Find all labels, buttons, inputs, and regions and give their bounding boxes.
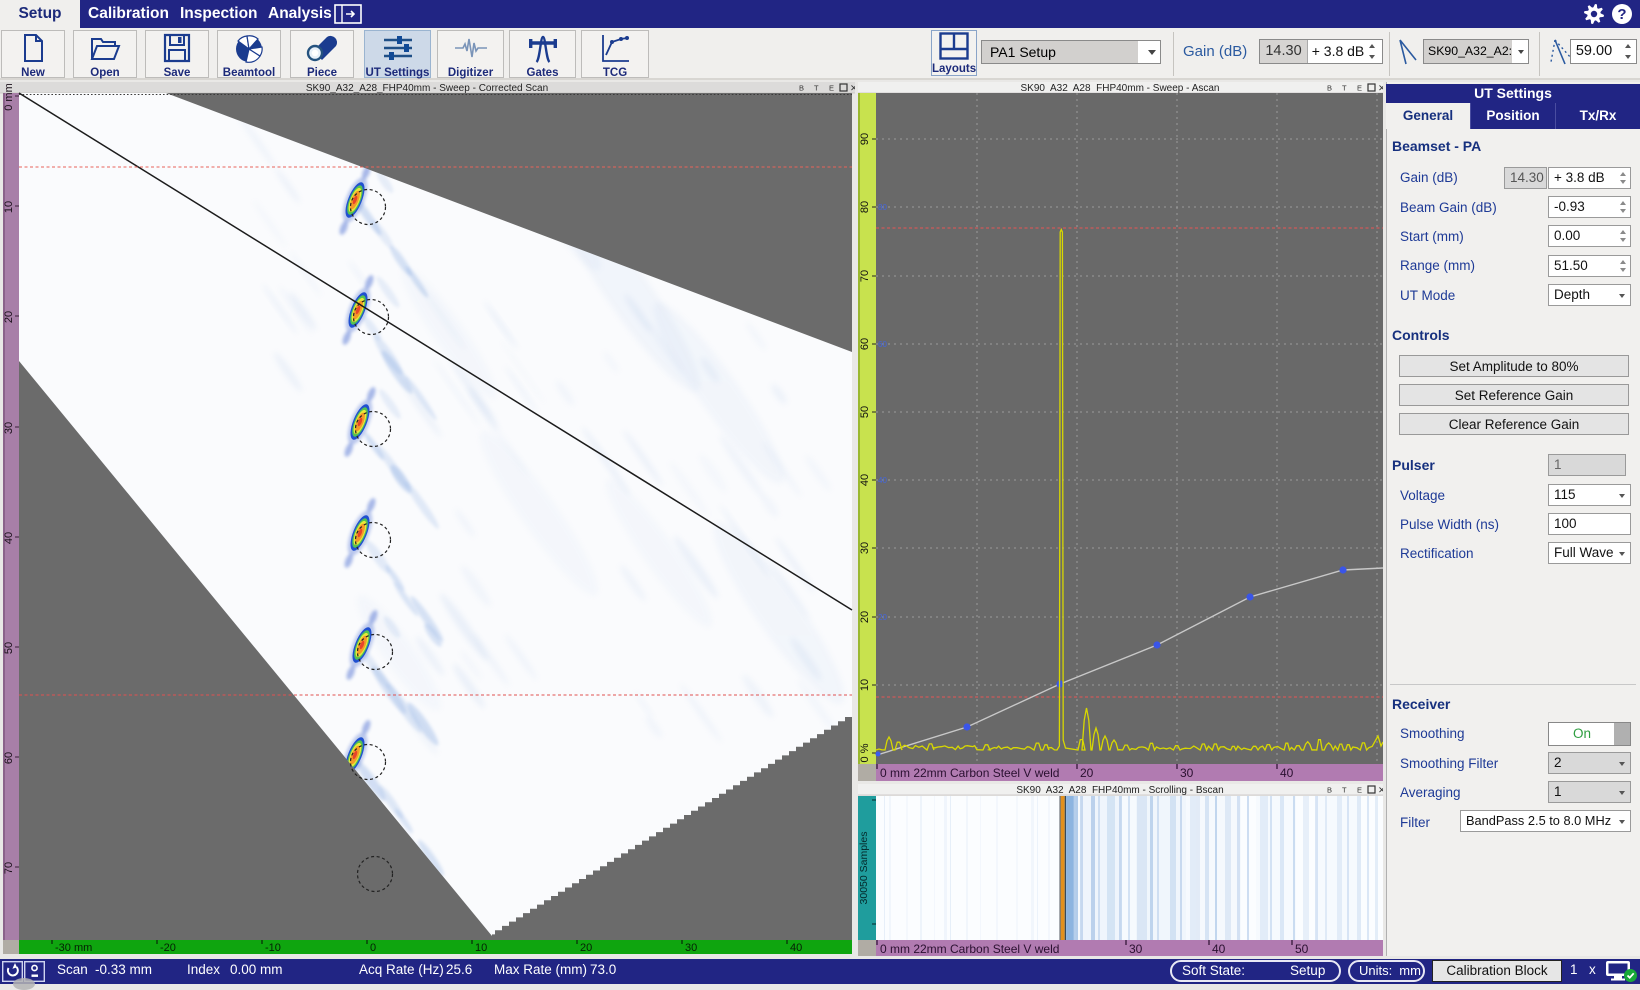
svg-text:90: 90 bbox=[859, 133, 871, 145]
svg-text:60: 60 bbox=[3, 752, 15, 764]
svg-text:30: 30 bbox=[859, 542, 871, 554]
svg-text:40: 40 bbox=[3, 532, 15, 544]
svg-text:30: 30 bbox=[1180, 766, 1194, 780]
svg-text:40: 40 bbox=[859, 474, 871, 486]
svg-text:B: B bbox=[799, 84, 804, 93]
svg-text:60: 60 bbox=[859, 338, 871, 350]
svg-text:B: B bbox=[1327, 786, 1332, 795]
svg-text:?: ? bbox=[1617, 6, 1626, 23]
svg-text:-20: -20 bbox=[160, 942, 176, 954]
svg-text:30: 30 bbox=[1129, 942, 1143, 956]
svg-text:-10: -10 bbox=[265, 942, 281, 954]
svg-text:40: 40 bbox=[790, 942, 802, 954]
svg-text:0: 0 bbox=[370, 942, 376, 954]
svg-text:80: 80 bbox=[859, 201, 871, 213]
svg-text:20: 20 bbox=[859, 611, 871, 623]
svg-text:10: 10 bbox=[859, 679, 871, 691]
svg-text:20: 20 bbox=[3, 311, 15, 323]
svg-text:30050 Samples: 30050 Samples bbox=[858, 832, 870, 905]
svg-text:E: E bbox=[1357, 84, 1362, 93]
svg-text:0 mm: 0 mm bbox=[3, 83, 15, 111]
svg-text:0 mm 22mm Carbon Steel V weld: 0 mm 22mm Carbon Steel V weld bbox=[880, 942, 1059, 956]
svg-text:SK90 A32 A28 FHP40mm - Swee: SK90 A32 A28 FHP40mm - Sweep - Ascan bbox=[1021, 83, 1220, 94]
svg-text:B: B bbox=[1327, 84, 1332, 93]
svg-text:10: 10 bbox=[3, 201, 15, 213]
svg-text:✕: ✕ bbox=[1378, 83, 1383, 93]
svg-text:30: 30 bbox=[685, 942, 697, 954]
svg-text:70: 70 bbox=[3, 862, 15, 874]
svg-text:-30 mm: -30 mm bbox=[55, 942, 92, 954]
svg-text:T: T bbox=[1342, 786, 1347, 795]
svg-text:20: 20 bbox=[1080, 766, 1094, 780]
svg-text:✕: ✕ bbox=[1378, 785, 1383, 795]
svg-text:0 %: 0 % bbox=[859, 743, 871, 762]
svg-text:50: 50 bbox=[3, 642, 15, 654]
svg-text:50: 50 bbox=[1295, 942, 1309, 956]
svg-text:0 mm 22mm Carbon Steel V weld: 0 mm 22mm Carbon Steel V weld bbox=[880, 766, 1059, 780]
svg-text:T: T bbox=[1342, 84, 1347, 93]
svg-text:50: 50 bbox=[859, 406, 871, 418]
svg-text:30: 30 bbox=[3, 422, 15, 434]
svg-text:T: T bbox=[814, 84, 819, 93]
svg-text:10: 10 bbox=[475, 942, 487, 954]
svg-text:40: 40 bbox=[1212, 942, 1226, 956]
svg-text:SK90_A32_A28_FHP40mm - Sweep -: SK90_A32_A28_FHP40mm - Sweep - Corrected… bbox=[306, 83, 548, 94]
svg-text:40: 40 bbox=[878, 476, 887, 485]
svg-text:60: 60 bbox=[878, 340, 887, 349]
svg-text:E: E bbox=[829, 84, 834, 93]
svg-text:20: 20 bbox=[878, 613, 887, 622]
svg-text:70: 70 bbox=[859, 270, 871, 282]
svg-text:20: 20 bbox=[580, 942, 592, 954]
svg-text:✕: ✕ bbox=[850, 83, 855, 93]
svg-text:SK90 A32 A28 FHP40mm - Scro: SK90 A32 A28 FHP40mm - Scrolling - Bscan bbox=[1016, 785, 1223, 796]
svg-text:40: 40 bbox=[1280, 766, 1294, 780]
svg-text:80: 80 bbox=[878, 203, 887, 212]
svg-text:E: E bbox=[1357, 786, 1362, 795]
